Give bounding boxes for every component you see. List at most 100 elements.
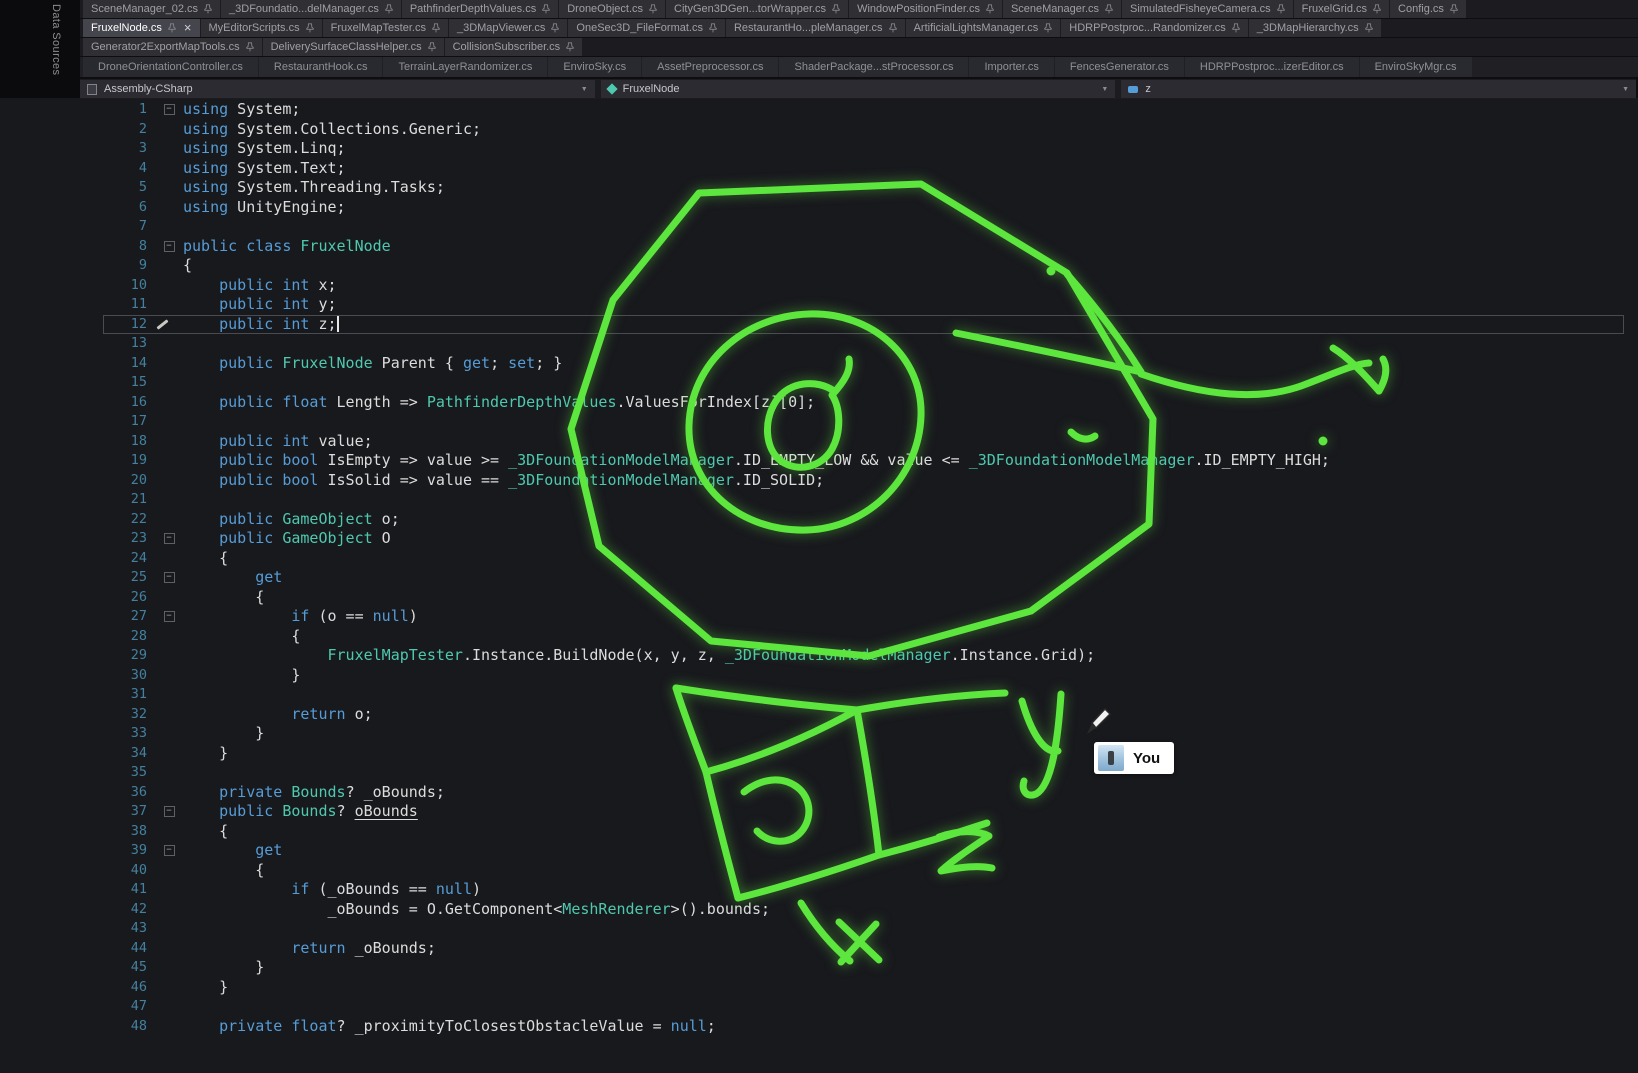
tab-hdrppostproc-randomizer-cs[interactable]: HDRPPostproc...Randomizer.cs bbox=[1061, 19, 1248, 37]
code-line-32[interactable]: 32 return o; bbox=[0, 705, 1638, 725]
pin-icon[interactable] bbox=[551, 23, 559, 33]
tab-simulatedfisheyecamera-cs[interactable]: SimulatedFisheyeCamera.cs bbox=[1122, 0, 1293, 18]
code-line-8[interactable]: 8−public class FruxelNode bbox=[0, 237, 1638, 257]
pin-icon[interactable] bbox=[1232, 23, 1240, 33]
pin-icon[interactable] bbox=[986, 4, 994, 14]
code-line-13[interactable]: 13 bbox=[0, 334, 1638, 354]
pin-icon[interactable] bbox=[432, 23, 440, 33]
code-line-39[interactable]: 39− get bbox=[0, 841, 1638, 861]
tab-droneorientationcontroller-cs[interactable]: DroneOrientationController.cs bbox=[83, 57, 258, 77]
tab-fencesgenerator-cs[interactable]: FencesGenerator.cs bbox=[1055, 57, 1184, 77]
code-line-37[interactable]: 37− public Bounds? oBounds bbox=[0, 802, 1638, 822]
tab-citygen3dgen-torwrapper-cs[interactable]: CityGen3DGen...torWrapper.cs bbox=[666, 0, 848, 18]
code-line-24[interactable]: 24 { bbox=[0, 549, 1638, 569]
code-line-35[interactable]: 35 bbox=[0, 763, 1638, 783]
code-line-9[interactable]: 9{ bbox=[0, 256, 1638, 276]
code-line-43[interactable]: 43 bbox=[0, 919, 1638, 939]
fold-toggle[interactable]: − bbox=[164, 572, 175, 583]
tab-restauranthook-cs[interactable]: RestaurantHook.cs bbox=[259, 57, 383, 77]
fold-toggle[interactable]: − bbox=[164, 845, 175, 856]
pin-icon[interactable] bbox=[204, 4, 212, 14]
sidebar-tab-data-sources[interactable]: Data Sources bbox=[50, 4, 62, 75]
tab-fruxelnode-cs[interactable]: FruxelNode.cs× bbox=[83, 19, 200, 37]
code-line-5[interactable]: 5using System.Threading.Tasks; bbox=[0, 178, 1638, 198]
pin-icon[interactable] bbox=[428, 42, 436, 52]
tab-artificiallightsmanager-cs[interactable]: ArtificialLightsManager.cs bbox=[906, 19, 1061, 37]
tab-droneobject-cs[interactable]: DroneObject.cs bbox=[559, 0, 665, 18]
fold-toggle[interactable]: − bbox=[164, 806, 175, 817]
tab-enviroskymgr-cs[interactable]: EnviroSkyMgr.cs bbox=[1360, 57, 1472, 77]
close-icon[interactable]: × bbox=[184, 23, 192, 33]
tab-restaurantho-plemanager-cs[interactable]: RestaurantHo...pleManager.cs bbox=[726, 19, 905, 37]
tab-fruxelmaptester-cs[interactable]: FruxelMapTester.cs bbox=[323, 19, 448, 37]
pin-icon[interactable] bbox=[709, 23, 717, 33]
pin-icon[interactable] bbox=[1277, 4, 1285, 14]
code-line-7[interactable]: 7 bbox=[0, 217, 1638, 237]
tab-shaderpackage-stprocessor-cs[interactable]: ShaderPackage...stProcessor.cs bbox=[779, 57, 968, 77]
code-line-4[interactable]: 4using System.Text; bbox=[0, 159, 1638, 179]
code-line-36[interactable]: 36 private Bounds? _oBounds; bbox=[0, 783, 1638, 803]
code-line-33[interactable]: 33 } bbox=[0, 724, 1638, 744]
code-line-40[interactable]: 40 { bbox=[0, 861, 1638, 881]
tab-terrainlayerrandomizer-cs[interactable]: TerrainLayerRandomizer.cs bbox=[383, 57, 547, 77]
tab-fruxelgrid-cs[interactable]: FruxelGrid.cs bbox=[1294, 0, 1389, 18]
code-line-25[interactable]: 25− get bbox=[0, 568, 1638, 588]
tab-myeditorscripts-cs[interactable]: MyEditorScripts.cs bbox=[201, 19, 322, 37]
fold-toggle[interactable]: − bbox=[164, 241, 175, 252]
pin-icon[interactable] bbox=[1044, 23, 1052, 33]
code-line-14[interactable]: 14 public FruxelNode Parent { get; set; … bbox=[0, 354, 1638, 374]
code-line-16[interactable]: 16 public float Length => PathfinderDept… bbox=[0, 393, 1638, 413]
tab-pathfinderdepthvalues-cs[interactable]: PathfinderDepthValues.cs bbox=[402, 0, 558, 18]
code-line-2[interactable]: 2using System.Collections.Generic; bbox=[0, 120, 1638, 140]
code-line-6[interactable]: 6using UnityEngine; bbox=[0, 198, 1638, 218]
code-editor[interactable]: 1−using System;2using System.Collections… bbox=[0, 98, 1638, 1073]
code-line-34[interactable]: 34 } bbox=[0, 744, 1638, 764]
pin-icon[interactable] bbox=[1365, 23, 1373, 33]
code-line-26[interactable]: 26 { bbox=[0, 588, 1638, 608]
code-line-41[interactable]: 41 if (_oBounds == null) bbox=[0, 880, 1638, 900]
project-dropdown[interactable]: Assembly-CSharp ▼ bbox=[80, 80, 595, 98]
code-line-45[interactable]: 45 } bbox=[0, 958, 1638, 978]
code-line-47[interactable]: 47 bbox=[0, 997, 1638, 1017]
pin-icon[interactable] bbox=[1450, 4, 1458, 14]
tab-windowpositionfinder-cs[interactable]: WindowPositionFinder.cs bbox=[849, 0, 1002, 18]
code-line-17[interactable]: 17 bbox=[0, 412, 1638, 432]
tab-importer-cs[interactable]: Importer.cs bbox=[969, 57, 1053, 77]
code-line-30[interactable]: 30 } bbox=[0, 666, 1638, 686]
tab-assetpreprocessor-cs[interactable]: AssetPreprocessor.cs bbox=[642, 57, 778, 77]
code-line-48[interactable]: 48 private float? _proximityToClosestObs… bbox=[0, 1017, 1638, 1037]
tab-deliverysurfaceclasshelper-cs[interactable]: DeliverySurfaceClassHelper.cs bbox=[263, 38, 444, 56]
pin-icon[interactable] bbox=[306, 23, 314, 33]
pin-icon[interactable] bbox=[542, 4, 550, 14]
tab-hdrppostproc-izereditor-cs[interactable]: HDRPPostproc...izerEditor.cs bbox=[1185, 57, 1359, 77]
tab-scenemanager-02-cs[interactable]: SceneManager_02.cs bbox=[83, 0, 220, 18]
code-line-22[interactable]: 22 public GameObject o; bbox=[0, 510, 1638, 530]
tab-collisionsubscriber-cs[interactable]: CollisionSubscriber.cs bbox=[445, 38, 583, 56]
fold-toggle[interactable]: − bbox=[164, 533, 175, 544]
code-line-44[interactable]: 44 return _oBounds; bbox=[0, 939, 1638, 959]
code-line-29[interactable]: 29 FruxelMapTester.Instance.BuildNode(x,… bbox=[0, 646, 1638, 666]
code-line-15[interactable]: 15 bbox=[0, 373, 1638, 393]
code-line-3[interactable]: 3using System.Linq; bbox=[0, 139, 1638, 159]
pin-icon[interactable] bbox=[1105, 4, 1113, 14]
code-line-38[interactable]: 38 { bbox=[0, 822, 1638, 842]
pin-icon[interactable] bbox=[566, 42, 574, 52]
code-line-27[interactable]: 27− if (o == null) bbox=[0, 607, 1638, 627]
tab-onesec3d-fileformat-cs[interactable]: OneSec3D_FileFormat.cs bbox=[568, 19, 725, 37]
code-line-42[interactable]: 42 _oBounds = O.GetComponent<MeshRendere… bbox=[0, 900, 1638, 920]
pin-icon[interactable] bbox=[889, 23, 897, 33]
pin-icon[interactable] bbox=[649, 4, 657, 14]
pin-icon[interactable] bbox=[1373, 4, 1381, 14]
pin-icon[interactable] bbox=[385, 4, 393, 14]
tab-3dmapviewer-cs[interactable]: _3DMapViewer.cs bbox=[449, 19, 567, 37]
pin-icon[interactable] bbox=[168, 23, 176, 33]
code-line-12[interactable]: 12 public int z; bbox=[0, 315, 1638, 335]
tab-generator2exportmaptools-cs[interactable]: Generator2ExportMapTools.cs bbox=[83, 38, 262, 56]
code-line-18[interactable]: 18 public int value; bbox=[0, 432, 1638, 452]
code-line-31[interactable]: 31 bbox=[0, 685, 1638, 705]
member-dropdown[interactable]: z ▼ bbox=[1121, 80, 1636, 98]
pin-icon[interactable] bbox=[832, 4, 840, 14]
code-line-19[interactable]: 19 public bool IsEmpty => value >= _3DFo… bbox=[0, 451, 1638, 471]
tab-config-cs[interactable]: Config.cs bbox=[1390, 0, 1466, 18]
tab-3dmaphierarchy-cs[interactable]: _3DMapHierarchy.cs bbox=[1249, 19, 1381, 37]
